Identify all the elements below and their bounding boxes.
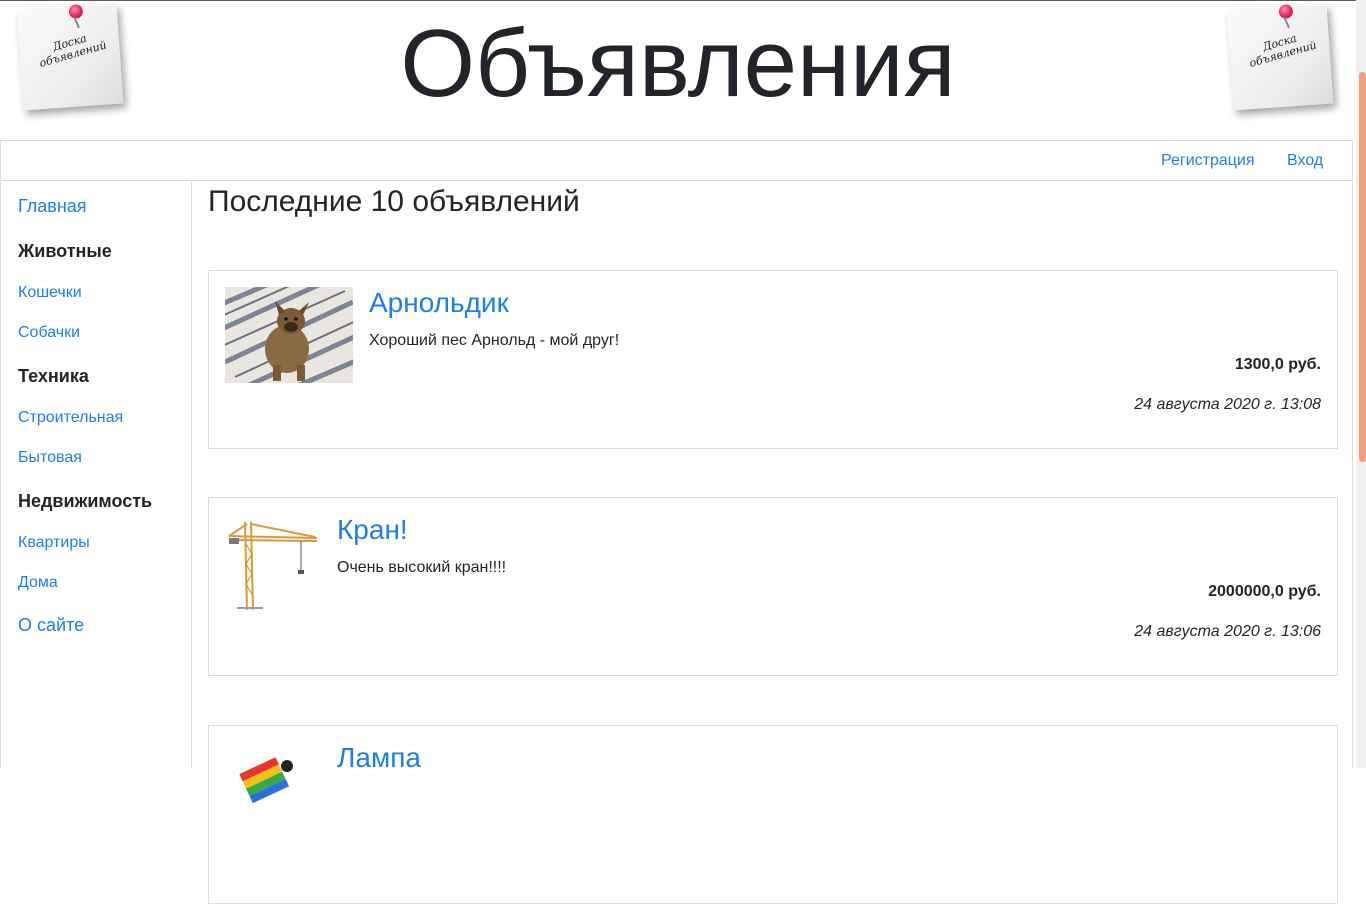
listing-description: Хороший пес Арнольд - мой друг! xyxy=(369,332,620,349)
logo-note-right[interactable]: Доска объявлений xyxy=(1226,3,1334,111)
sidebar: Главная Животные Кошечки Собачки Техника… xyxy=(0,182,192,768)
register-link[interactable]: Регистрация xyxy=(1161,152,1255,170)
scrollbar-thumb[interactable] xyxy=(1359,72,1366,462)
sidebar-item-houses[interactable]: Дома xyxy=(18,574,58,592)
page-title: Последние 10 объявлений xyxy=(208,185,580,218)
listing-title[interactable]: Арнольдик xyxy=(369,287,509,319)
sidebar-item-cats[interactable]: Кошечки xyxy=(18,284,82,302)
sidebar-heading-tech: Техника xyxy=(18,366,89,386)
lamp-photo[interactable] xyxy=(225,742,321,838)
sidebar-item-household[interactable]: Бытовая xyxy=(18,449,82,467)
pushpin-icon xyxy=(1278,4,1294,19)
listing-title[interactable]: Кран! xyxy=(337,514,408,546)
listing-title[interactable]: Лампа xyxy=(337,742,421,774)
listing-price: 2000000,0 руб. xyxy=(1208,583,1321,600)
crane-photo[interactable] xyxy=(225,514,321,610)
top-navbar: Регистрация Вход xyxy=(0,140,1353,181)
sidebar-heading-animals: Животные xyxy=(18,241,112,261)
site-header: Доска объявлений Объявления Доска объявл… xyxy=(0,1,1356,140)
listing-card: Арнольдик Хороший пес Арнольд - мой друг… xyxy=(208,270,1338,449)
sidebar-item-apartments[interactable]: Квартиры xyxy=(18,534,90,552)
sidebar-item-dogs[interactable]: Собачки xyxy=(18,324,80,342)
listing-card: Лампа xyxy=(208,725,1338,904)
listing-card: Кран! Очень высокий кран!!!! 2000000,0 р… xyxy=(208,497,1338,676)
dog-photo[interactable] xyxy=(225,287,353,383)
listing-price: 1300,0 руб. xyxy=(1234,356,1321,373)
listing-date: 24 августа 2020 г. 13:08 xyxy=(1134,396,1321,413)
sidebar-item-construction[interactable]: Строительная xyxy=(18,409,123,427)
listing-description: Очень высокий кран!!!! xyxy=(337,559,507,576)
site-title: Объявления xyxy=(400,10,956,117)
main-border xyxy=(1352,182,1353,768)
sidebar-item-home[interactable]: Главная xyxy=(18,196,87,217)
sidebar-item-about[interactable]: О сайте xyxy=(18,615,84,636)
sidebar-heading-realty: Недвижимость xyxy=(18,491,153,511)
login-link[interactable]: Вход xyxy=(1287,152,1323,170)
listing-date: 24 августа 2020 г. 13:06 xyxy=(1134,623,1321,640)
